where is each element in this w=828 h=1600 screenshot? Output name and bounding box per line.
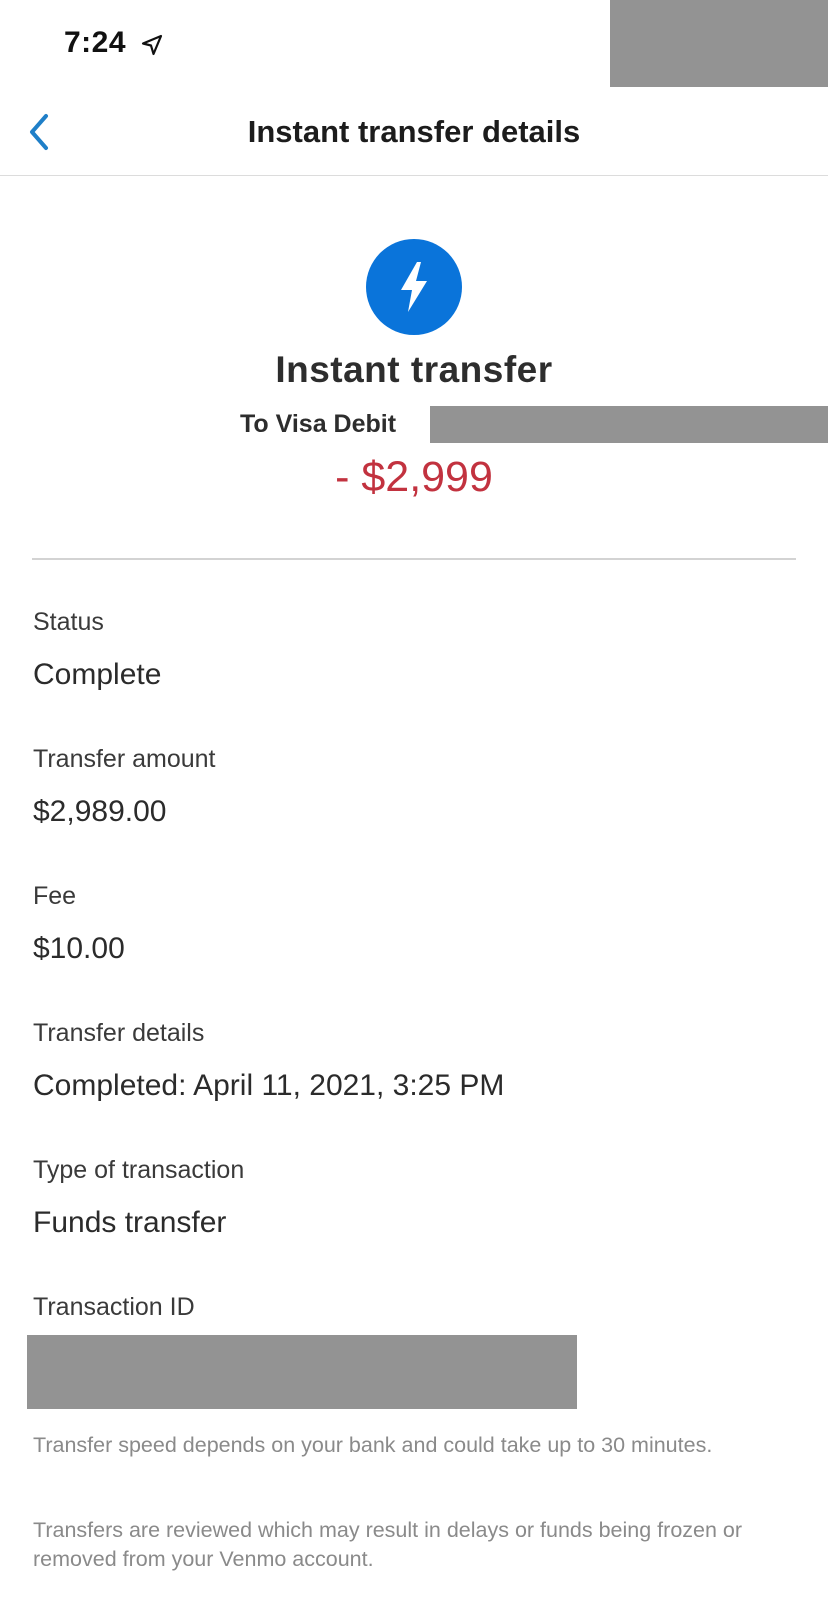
transaction-type-value: Funds transfer <box>33 1206 227 1239</box>
transfer-title: Instant transfer <box>275 349 553 390</box>
redacted-status-icons <box>610 0 828 87</box>
transfer-speed-note: Transfer speed depends on your bank and … <box>33 1433 713 1457</box>
transaction-type-label: Type of transaction <box>33 1156 245 1184</box>
transfer-amount: - $2,999 <box>335 453 493 501</box>
status-time: 7:24 <box>64 26 127 59</box>
location-arrow-icon <box>141 34 163 56</box>
redacted-transaction-id <box>27 1335 577 1409</box>
transfer-amount-value: $2,989.00 <box>33 795 167 828</box>
lightning-bolt-icon <box>366 239 462 335</box>
transfer-details-screen: 7:24 Instant transfer details Instant tr… <box>0 0 828 1600</box>
redacted-card-number <box>430 406 828 443</box>
transfer-destination: To Visa Debit <box>240 410 397 438</box>
status-bar: 7:24 <box>0 0 828 88</box>
status-value: Complete <box>33 658 162 691</box>
transfer-review-note: Transfers are reviewed which may result … <box>33 1518 743 1571</box>
nav-bar: Instant transfer details <box>0 88 828 176</box>
transfer-details-value: Completed: April 11, 2021, 3:25 PM <box>33 1069 505 1102</box>
page-title: Instant transfer details <box>247 114 581 149</box>
transaction-id-label: Transaction ID <box>33 1293 195 1321</box>
fee-label: Fee <box>33 882 77 910</box>
status-label: Status <box>33 608 104 636</box>
fee-value: $10.00 <box>33 932 125 965</box>
transfer-details-label: Transfer details <box>33 1019 205 1047</box>
transfer-amount-label: Transfer amount <box>33 745 216 773</box>
divider <box>32 558 796 560</box>
